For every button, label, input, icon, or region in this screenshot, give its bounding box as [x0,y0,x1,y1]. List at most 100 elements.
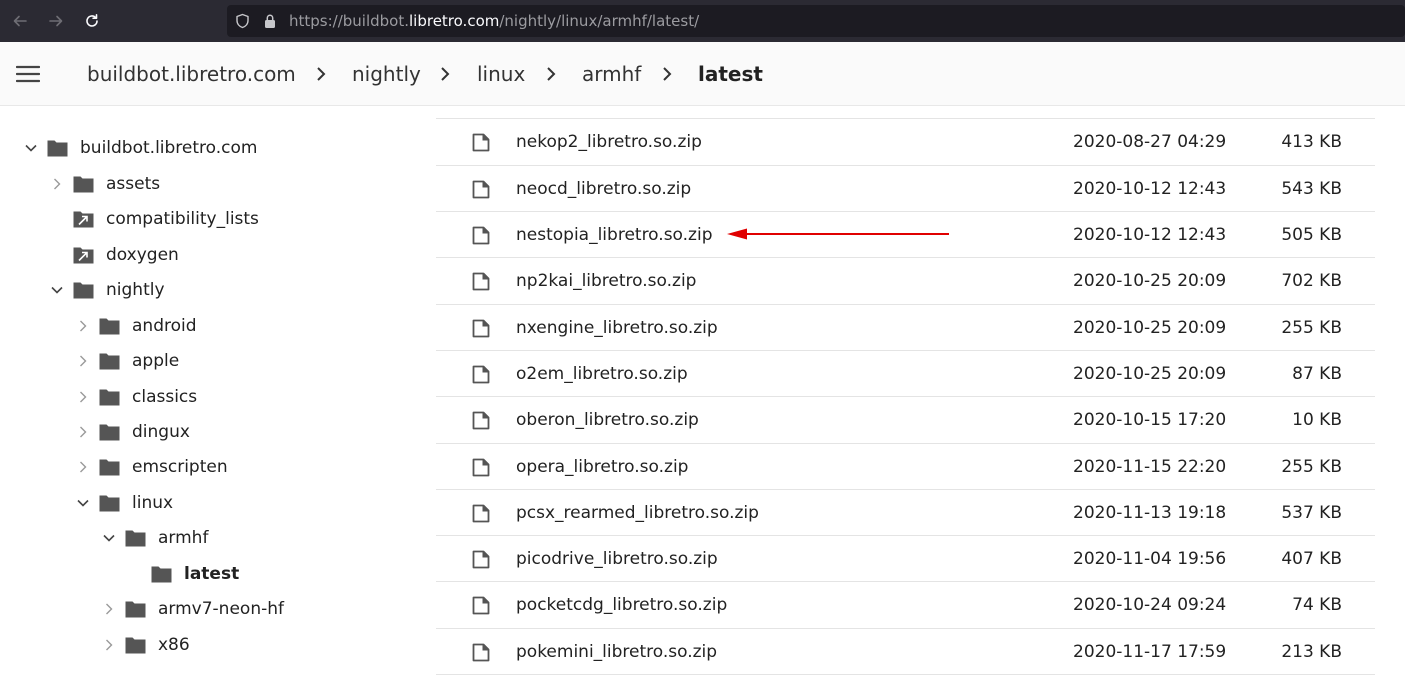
file-date: 2020-10-15 17:20 [1073,410,1227,430]
tree-item-x86[interactable]: x86 [99,628,190,662]
address-bar[interactable]: https://buildbot.libretro.com/nightly/li… [227,5,1405,37]
tree-item-label: compatibility_lists [106,209,259,229]
file-row[interactable]: pokemini_libretro.so.zip 2020-11-17 17:59… [436,628,1375,674]
chevron-right-icon[interactable] [99,599,119,619]
file-row[interactable]: pcsx_rearmed_libretro.so.zip 2020-11-13 1… [436,489,1375,535]
file-name-link[interactable]: picodrive_libretro.so.zip [516,549,718,569]
chevron-right-icon[interactable] [99,635,119,655]
folder-icon [99,317,120,335]
file-size: 74 KB [1292,595,1342,615]
file-icon [472,596,490,615]
reload-button[interactable] [80,9,104,33]
file-name-link[interactable]: o2em_libretro.so.zip [516,364,688,384]
folder-icon [99,423,120,441]
file-icon [472,411,490,430]
back-button[interactable] [8,9,32,33]
file-name-link[interactable]: pokemini_libretro.so.zip [516,642,717,662]
file-size: 505 KB [1281,225,1342,245]
file-row[interactable]: picodrive_libretro.so.zip 2020-11-04 19:5… [436,535,1375,581]
hamburger-menu-icon [15,65,41,83]
file-icon [472,365,490,384]
file-name-link[interactable]: oberon_libretro.so.zip [516,410,699,430]
tree-item-label: emscripten [132,457,228,477]
file-name-link[interactable]: nxengine_libretro.so.zip [516,318,718,338]
folder-icon [125,636,146,654]
file-row[interactable]: nekop2_libretro.so.zip 2020-08-27 04:29 41… [436,118,1375,164]
folder-icon [151,565,172,583]
file-row[interactable]: oberon_libretro.so.zip 2020-10-15 17:20 10… [436,396,1375,442]
breadcrumb-item-armhf[interactable]: armhf [582,61,641,87]
file-icon [472,133,490,152]
file-name-link[interactable]: opera_libretro.so.zip [516,457,688,477]
tree-item-buildbot-libretro-com[interactable]: buildbot.libretro.com [21,131,257,165]
forward-arrow-icon [49,15,63,27]
lock-icon[interactable] [262,13,278,29]
tree-item-latest[interactable]: latest [125,557,239,591]
chevron-right-icon[interactable] [47,174,67,194]
tree-item-armv7-neon-hf[interactable]: armv7-neon-hf [99,592,284,626]
list-divider [436,674,1375,675]
breadcrumb-item-nightly[interactable]: nightly [352,61,421,87]
folder-icon [73,175,94,193]
chevron-down-icon[interactable] [47,280,67,300]
chevron-down-icon[interactable] [73,493,93,513]
chevron-right-icon[interactable] [73,387,93,407]
folder-icon [47,139,68,157]
tree-item-compatibility-lists[interactable]: compatibility_lists [47,202,259,236]
chevron-down-icon[interactable] [21,138,41,158]
tree-item-emscripten[interactable]: emscripten [73,450,228,484]
tree-item-dingux[interactable]: dingux [73,415,190,449]
file-row[interactable]: pocketcdg_libretro.so.zip 2020-10-24 09:2… [436,581,1375,627]
chevron-right-icon[interactable] [73,351,93,371]
menu-button[interactable] [15,64,41,84]
file-icon [472,180,490,199]
url-text[interactable]: https://buildbot.libretro.com/nightly/li… [289,12,699,30]
tree-item-label: dingux [132,422,190,442]
folder-link-icon [73,210,94,228]
folder-tree: buildbot.libretro.com assets compatibility… [0,107,420,676]
chevron-right-icon[interactable] [73,457,93,477]
file-icon [472,504,490,523]
file-name-link[interactable]: neocd_libretro.so.zip [516,179,691,199]
tree-item-armhf[interactable]: armhf [99,521,208,555]
file-icon [472,550,490,569]
file-date: 2020-10-25 20:09 [1073,364,1227,384]
file-name-link[interactable]: nestopia_libretro.so.zip [516,225,713,245]
file-row[interactable]: nxengine_libretro.so.zip 2020-10-25 20:09… [436,304,1375,350]
tree-item-android[interactable]: android [73,309,197,343]
file-name-link[interactable]: pocketcdg_libretro.so.zip [516,595,727,615]
tree-item-label: doxygen [106,245,179,265]
file-name-link[interactable]: nekop2_libretro.so.zip [516,132,702,152]
file-size: 213 KB [1281,642,1342,662]
forward-button[interactable] [44,9,68,33]
file-row[interactable]: np2kai_libretro.so.zip 2020-10-25 20:09 70… [436,257,1375,303]
file-name-link[interactable]: np2kai_libretro.so.zip [516,271,696,291]
tree-item-label: latest [184,564,240,584]
file-date: 2020-10-12 12:43 [1073,225,1227,245]
chevron-down-icon[interactable] [99,528,119,548]
url-path: /nightly/linux/armhf/latest/ [499,12,700,30]
file-icon [472,319,490,338]
tree-item-apple[interactable]: apple [73,344,179,378]
file-size: 413 KB [1281,132,1342,152]
tree-item-label: nightly [106,280,165,300]
tree-item-nightly[interactable]: nightly [47,273,165,307]
tree-item-linux[interactable]: linux [73,486,173,520]
tree-item-label: android [132,316,197,336]
tree-item-label: apple [132,351,180,371]
tree-item-assets[interactable]: assets [47,167,160,201]
file-row[interactable]: neocd_libretro.so.zip 2020-10-12 12:43 543… [436,165,1375,211]
chevron-right-icon[interactable] [73,316,93,336]
chevron-right-icon[interactable] [73,422,93,442]
file-row[interactable]: o2em_libretro.so.zip 2020-10-25 20:09 87 K… [436,350,1375,396]
chevron-right-icon [663,67,672,81]
browser-toolbar: https://buildbot.libretro.com/nightly/li… [0,0,1405,42]
breadcrumb-item-root[interactable]: buildbot.libretro.com [87,61,296,87]
file-name-link[interactable]: pcsx_rearmed_libretro.so.zip [516,503,759,523]
breadcrumb-item-linux[interactable]: linux [477,61,525,87]
file-row[interactable]: opera_libretro.so.zip 2020-11-15 22:20 255… [436,443,1375,489]
shield-icon[interactable] [234,13,250,29]
tree-item-classics[interactable]: classics [73,380,197,414]
file-size: 702 KB [1281,271,1342,291]
tree-item-doxygen[interactable]: doxygen [47,238,179,272]
